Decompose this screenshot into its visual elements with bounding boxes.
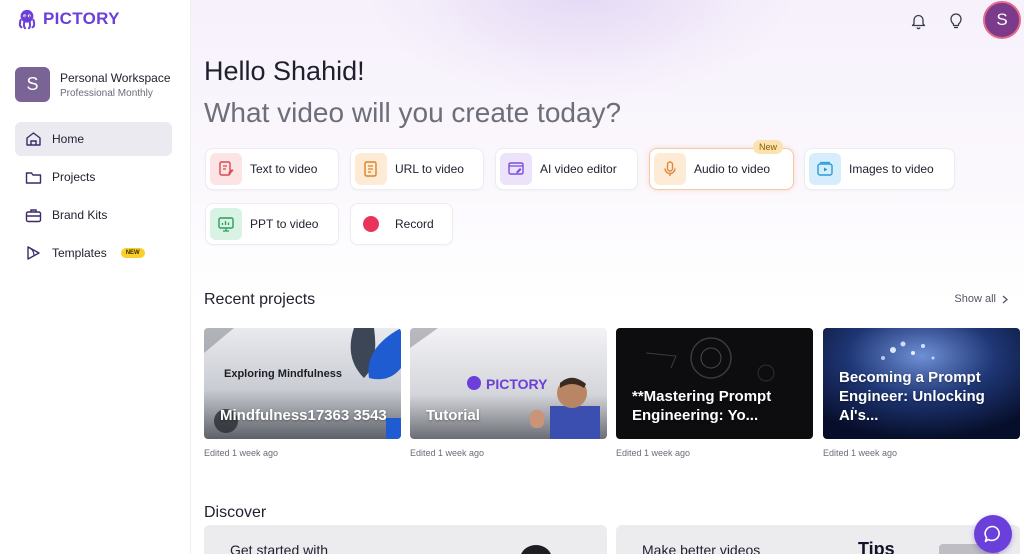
thumbnail-overlay-text: Exploring Mindfulness [224,368,342,380]
new-badge: NEW [120,248,145,258]
chat-bubble-icon [984,525,1000,543]
user-avatar[interactable]: S [983,1,1021,39]
option-label: Text to video [250,162,318,176]
sidebar-item-label: Home [52,132,85,146]
record-button[interactable]: Record [350,203,453,245]
home-icon [24,130,42,148]
edited-timestamp: Edited 1 week ago [204,448,279,458]
ppt-to-video-button[interactable]: PPT to video [205,203,339,245]
sidebar-item-templates[interactable]: Templates NEW [15,236,172,270]
project-title: **Mastering Prompt Engineering: Yo... [632,388,772,424]
show-all-link[interactable]: Show all [954,293,1008,305]
edited-timestamp: Edited 1 week ago [410,448,485,458]
text-to-video-icon [210,153,242,185]
sidebar-item-label: Templates [52,246,107,260]
workspace-name: Personal Workspace [60,70,171,85]
sidebar-item-home[interactable]: Home [15,122,172,156]
templates-icon [24,244,42,262]
sidebar: PICTORY S Personal Workspace Professiona… [0,0,191,554]
sidebar-item-label: Projects [52,170,96,184]
discover-card-text: Make better videos [642,542,761,554]
new-tag: New [752,140,783,154]
project-card-prompt-engineering[interactable]: **Mastering Prompt Engineering: Yo... [616,328,813,439]
project-card-becoming-prompt-engineer[interactable]: Becoming a Prompt Engineer: Unlocking AI… [823,328,1020,439]
option-label: AI video editor [540,162,617,176]
sidebar-item-label: Brand Kits [52,208,108,222]
option-label: Images to video [849,162,934,176]
thumbnail-overlay-text: PICTORY [486,376,548,392]
greeting-heading: Hello Shahid! [204,56,365,86]
microphone-icon [654,153,686,185]
sidebar-nav: Home Projects Brand Kits Templates NEW [15,122,172,274]
discover-card-text: Get started with [230,542,329,554]
recent-projects-heading: Recent projects [204,291,316,308]
audio-to-video-button[interactable]: Audio to video New [649,140,794,190]
ppt-icon [210,208,242,240]
lightbulb-icon[interactable] [945,10,967,32]
hero-question: What video will you create today? [204,97,622,128]
ai-video-editor-button[interactable]: AI video editor [495,148,638,190]
images-to-video-button[interactable]: Images to video [804,148,955,190]
text-to-video-button[interactable]: Text to video [205,148,339,190]
images-icon [809,153,841,185]
discover-card-make-better-videos[interactable]: Make better videos Tips [616,525,1020,554]
folder-icon [24,168,42,186]
tips-label: Tips [858,539,895,554]
app-name: PICTORY [43,9,120,28]
workspace-plan: Professional Monthly [60,87,153,99]
option-label: PPT to video [250,217,319,231]
project-title: Tutorial [426,407,480,424]
option-label: Record [395,217,434,231]
app-logo[interactable]: PICTORY [16,8,120,30]
url-icon [355,153,387,185]
project-title: Becoming a Prompt Engineer: Unlocking AI… [839,369,985,424]
project-title: Mindfulness17363 3543 [220,407,387,424]
project-card-tutorial[interactable]: PICTORY Tutorial [410,328,607,439]
workspace-avatar: S [15,67,50,102]
edited-timestamp: Edited 1 week ago [823,448,898,458]
option-label: URL to video [395,162,464,176]
sidebar-item-brand-kits[interactable]: Brand Kits [15,198,172,232]
briefcase-icon [24,206,42,224]
chat-support-button[interactable] [974,515,1012,553]
workspace-switcher[interactable]: S Personal Workspace Professional Monthl… [15,67,171,102]
option-label: Audio to video [694,162,771,176]
discover-card-get-started[interactable]: Get started with [204,525,607,554]
presenter-image [521,545,551,554]
main-content: S Hello Shahid! What video will you crea… [191,0,1024,554]
record-icon [355,208,387,240]
discover-heading: Discover [204,504,267,521]
sidebar-item-projects[interactable]: Projects [15,160,172,194]
url-to-video-button[interactable]: URL to video [350,148,484,190]
ai-editor-icon [500,153,532,185]
project-card-mindfulness[interactable]: Exploring Mindfulness Mindfulness17363 3… [204,328,401,439]
chevron-right-icon [1002,295,1008,303]
edited-timestamp: Edited 1 week ago [616,448,691,458]
octopus-logo-icon [18,9,36,30]
show-all-label: Show all [954,293,996,305]
bell-icon[interactable] [907,10,929,32]
